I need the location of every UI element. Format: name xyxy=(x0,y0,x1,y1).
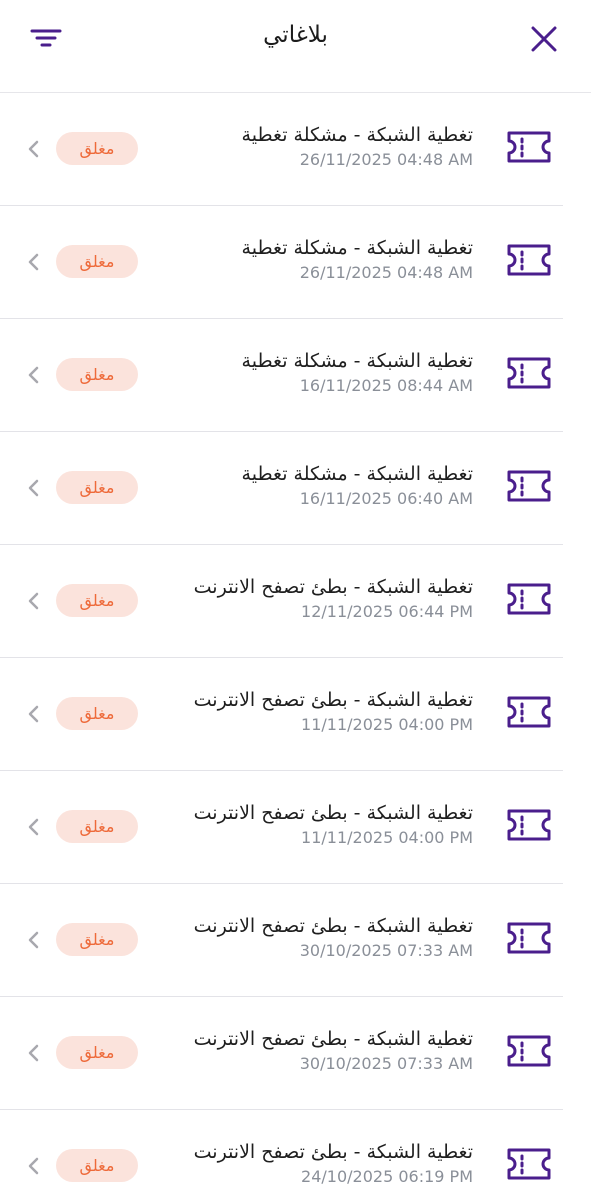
ticket-text: تغطية الشبكة - مشكلة تغطية 26/11/2025 04… xyxy=(133,236,473,283)
ticket-row[interactable]: تغطية الشبكة - بطئ تصفح الانترنت 11/11/2… xyxy=(0,658,563,771)
ticket-icon xyxy=(507,809,551,841)
ticket-date: 26/11/2025 04:48 AM xyxy=(299,150,473,169)
status-badge: مغلق xyxy=(56,584,138,617)
chevron-left-icon xyxy=(28,253,39,271)
chevron-left-icon xyxy=(28,705,39,723)
ticket-icon xyxy=(507,357,551,389)
ticket-text: تغطية الشبكة - بطئ تصفح الانترنت 30/10/2… xyxy=(133,1027,473,1074)
ticket-row[interactable]: تغطية الشبكة - مشكلة تغطية 26/11/2025 04… xyxy=(0,206,563,319)
ticket-icon xyxy=(507,583,551,615)
ticket-row[interactable]: تغطية الشبكة - بطئ تصفح الانترنت 30/10/2… xyxy=(0,884,563,997)
ticket-date: 12/11/2025 06:44 PM xyxy=(301,602,473,621)
ticket-title: تغطية الشبكة - بطئ تصفح الانترنت xyxy=(193,1028,473,1050)
ticket-title: تغطية الشبكة - مشكلة تغطية xyxy=(241,350,473,372)
ticket-icon xyxy=(507,696,551,728)
chevron-left-icon xyxy=(28,818,39,836)
ticket-row[interactable]: تغطية الشبكة - مشكلة تغطية 16/11/2025 06… xyxy=(0,432,563,545)
close-icon xyxy=(531,26,557,52)
chevron-left-icon xyxy=(28,592,39,610)
ticket-title: تغطية الشبكة - مشكلة تغطية xyxy=(241,237,473,259)
ticket-title: تغطية الشبكة - مشكلة تغطية xyxy=(241,463,473,485)
ticket-text: تغطية الشبكة - بطئ تصفح الانترنت 24/10/2… xyxy=(133,1140,473,1187)
ticket-title: تغطية الشبكة - مشكلة تغطية xyxy=(241,124,473,146)
ticket-icon xyxy=(507,1035,551,1067)
chevron-left-icon xyxy=(28,366,39,384)
ticket-icon xyxy=(507,470,551,502)
chevron-left-icon xyxy=(28,479,39,497)
ticket-row[interactable]: تغطية الشبكة - بطئ تصفح الانترنت 30/10/2… xyxy=(0,997,563,1110)
ticket-title: تغطية الشبكة - بطئ تصفح الانترنت xyxy=(193,1141,473,1163)
ticket-row[interactable]: تغطية الشبكة - بطئ تصفح الانترنت 11/11/2… xyxy=(0,771,563,884)
ticket-date: 16/11/2025 06:40 AM xyxy=(299,489,473,508)
ticket-row[interactable]: تغطية الشبكة - مشكلة تغطية 16/11/2025 08… xyxy=(0,319,563,432)
ticket-date: 26/11/2025 04:48 AM xyxy=(299,263,473,282)
ticket-title: تغطية الشبكة - بطئ تصفح الانترنت xyxy=(193,689,473,711)
ticket-date: 30/10/2025 07:33 AM xyxy=(299,1054,473,1073)
ticket-text: تغطية الشبكة - مشكلة تغطية 16/11/2025 08… xyxy=(133,349,473,396)
chevron-left-icon xyxy=(28,1157,39,1175)
status-badge: مغلق xyxy=(56,923,138,956)
app-screen: بلاغاتي تغطية الشبكة - مشكلة تغطية 26/11… xyxy=(0,0,591,1200)
ticket-date: 24/10/2025 06:19 PM xyxy=(301,1167,473,1186)
status-badge: مغلق xyxy=(56,697,138,730)
ticket-icon xyxy=(507,244,551,276)
ticket-icon xyxy=(507,131,551,163)
chevron-left-icon xyxy=(28,931,39,949)
ticket-icon xyxy=(507,922,551,954)
ticket-row[interactable]: تغطية الشبكة - مشكلة تغطية 26/11/2025 04… xyxy=(0,93,563,206)
status-badge: مغلق xyxy=(56,245,138,278)
ticket-title: تغطية الشبكة - بطئ تصفح الانترنت xyxy=(193,802,473,824)
ticket-row[interactable]: تغطية الشبكة - بطئ تصفح الانترنت 24/10/2… xyxy=(0,1110,563,1200)
status-badge: مغلق xyxy=(56,471,138,504)
ticket-list: تغطية الشبكة - مشكلة تغطية 26/11/2025 04… xyxy=(0,93,591,1200)
ticket-date: 11/11/2025 04:00 PM xyxy=(301,715,473,734)
chevron-left-icon xyxy=(28,1044,39,1062)
chevron-left-icon xyxy=(28,140,39,158)
ticket-text: تغطية الشبكة - بطئ تصفح الانترنت 11/11/2… xyxy=(133,688,473,735)
ticket-text: تغطية الشبكة - مشكلة تغطية 16/11/2025 06… xyxy=(133,462,473,509)
ticket-text: تغطية الشبكة - بطئ تصفح الانترنت 11/11/2… xyxy=(133,801,473,848)
top-bar: بلاغاتي xyxy=(0,0,591,93)
ticket-title: تغطية الشبكة - بطئ تصفح الانترنت xyxy=(193,915,473,937)
ticket-text: تغطية الشبكة - بطئ تصفح الانترنت 12/11/2… xyxy=(133,575,473,622)
page-title: بلاغاتي xyxy=(263,22,328,48)
close-button[interactable] xyxy=(531,26,557,52)
ticket-text: تغطية الشبكة - مشكلة تغطية 26/11/2025 04… xyxy=(133,123,473,170)
status-badge: مغلق xyxy=(56,132,138,165)
ticket-icon xyxy=(507,1148,551,1180)
status-badge: مغلق xyxy=(56,1036,138,1069)
status-badge: مغلق xyxy=(56,358,138,391)
ticket-row[interactable]: تغطية الشبكة - بطئ تصفح الانترنت 12/11/2… xyxy=(0,545,563,658)
ticket-date: 30/10/2025 07:33 AM xyxy=(299,941,473,960)
ticket-text: تغطية الشبكة - بطئ تصفح الانترنت 30/10/2… xyxy=(133,914,473,961)
ticket-date: 16/11/2025 08:44 AM xyxy=(299,376,473,395)
ticket-date: 11/11/2025 04:00 PM xyxy=(301,828,473,847)
status-badge: مغلق xyxy=(56,810,138,843)
ticket-title: تغطية الشبكة - بطئ تصفح الانترنت xyxy=(193,576,473,598)
status-badge: مغلق xyxy=(56,1149,138,1182)
